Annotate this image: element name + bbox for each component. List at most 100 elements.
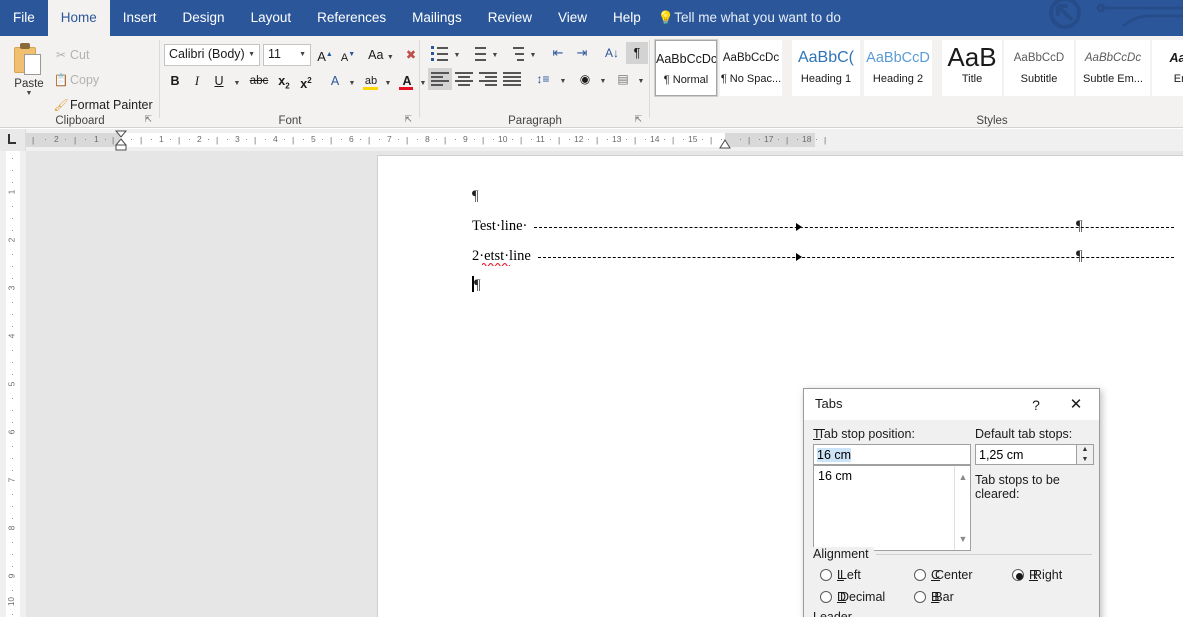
horizontal-ruler[interactable]: | · 2 · | · 1 · | · | · 1 · | · 2 · | · 3 · | · … [26,129,1183,151]
style-normal[interactable]: AaBbCcDc ¶ Normal [654,39,718,97]
multilevel-list-dropdown[interactable]: ▼ [526,42,540,64]
ribbon-tab-view[interactable]: View [545,0,600,36]
tell-me-search[interactable]: 💡 Tell me what you want to do [654,0,849,36]
italic-button[interactable]: I [186,70,208,92]
default-tab-stops-input[interactable]: 1,25 cm ▲ ▼ [975,444,1094,465]
spinner-down-icon[interactable]: ▼ [1077,455,1093,464]
tab-stop-position-input[interactable]: 16 cm [813,444,971,465]
borders-button[interactable]: ▤ [612,68,634,90]
left-tab-stop-icon [8,134,16,144]
tab-stop-list-item[interactable]: 16 cm [818,469,852,483]
font-size-combo[interactable]: 11 ▼ [263,44,311,66]
chevron-down-icon[interactable]: ▼ [8,90,50,98]
ribbon-tab-help[interactable]: Help [600,0,654,36]
line-spacing-icon: ↕≡ [536,72,550,86]
left-indent-markers[interactable] [114,129,128,151]
style-preview: AaBbCcD [866,50,930,66]
decrease-indent-button[interactable]: ⇤ [546,42,570,64]
borders-dropdown[interactable]: ▼ [634,68,648,90]
format-painter-button[interactable]: 🖌Format Painter [52,94,152,116]
tab-stop-selector[interactable] [0,129,26,151]
default-tab-stops-label-text: Default tab stops: [975,427,1073,441]
numbering-button[interactable] [466,42,488,64]
ribbon-body: Paste ▼ ✂ Cut 📋 Copy 🖌Format Painter Clipb… [0,36,1183,128]
style-emphasis[interactable]: AaB Em [1152,40,1183,96]
style-title[interactable]: AaB Title [942,40,1002,96]
cut-button[interactable]: ✂ Cut [52,44,89,66]
scroll-up-icon[interactable]: ▲ [955,469,971,485]
strikethrough-button[interactable]: abc [246,70,272,92]
numbering-dropdown[interactable]: ▼ [488,42,502,64]
close-icon[interactable]: ✕ [1062,394,1090,416]
change-case-button[interactable]: Aa ▼ [364,44,398,66]
highlight-dropdown[interactable]: ▼ [381,70,395,92]
justify-button[interactable] [500,68,524,90]
underline-button[interactable]: U [208,70,230,92]
align-center-button[interactable] [452,68,476,90]
font-name-combo[interactable]: Calibri (Body) ▼ [164,44,260,66]
ribbon-tab-file[interactable]: File [0,0,48,36]
clipboard-dialog-launcher[interactable]: ⇱ [144,114,152,125]
ribbon-tab-layout[interactable]: Layout [238,0,305,36]
tab-stop-position-value: 16 cm [817,448,852,462]
paint-bucket-icon: ◉ [579,72,591,86]
underline-dropdown[interactable]: ▼ [230,70,244,92]
highlight-button[interactable]: ab [360,70,382,92]
bullets-button[interactable] [428,42,450,64]
line-spacing-button[interactable]: ↕≡ [532,68,554,90]
ribbon-tab-design[interactable]: Design [170,0,238,36]
shading-button[interactable]: ◉ [574,68,596,90]
bold-button[interactable]: B [164,70,186,92]
ribbon-tab-references[interactable]: References [304,0,399,36]
style-preview: AaBbCcDc [1084,52,1142,64]
italic-label: I [194,74,200,88]
scroll-down-icon[interactable]: ▼ [955,531,971,547]
multilevel-list-button[interactable] [504,42,526,64]
superscript-button[interactable]: x2 [295,70,317,92]
align-left-button[interactable] [428,68,452,90]
style-subtle-emphasis[interactable]: AaBbCcDc Subtle Em... [1076,40,1150,96]
copy-button[interactable]: 📋 Copy [52,69,100,91]
tab-stop-list[interactable]: 16 cm ▲ ▼ [813,465,971,551]
ribbon-tab-label: Home [60,10,97,25]
font-dialog-launcher[interactable]: ⇱ [404,114,412,125]
text-effects-button[interactable]: A [324,70,346,92]
help-icon[interactable]: ? [1024,394,1048,416]
right-indent-marker[interactable] [718,139,732,151]
show-formatting-marks-button[interactable]: ¶ [626,42,648,64]
style-heading-1[interactable]: AaBbC( Heading 1 [792,40,860,96]
style-heading-2[interactable]: AaBbCcD Heading 2 [864,40,932,96]
decrease-indent-icon: ⇤ [552,45,564,60]
alignment-option-label: BBar [931,590,954,604]
ribbon-tab-review[interactable]: Review [475,0,545,36]
tabs-dialog[interactable]: Tabs ? ✕ TTab stop position: 16 cm 16 cm… [803,388,1100,617]
spinner-up-icon[interactable]: ▲ [1077,445,1093,454]
ribbon-tab-mailings[interactable]: Mailings [399,0,475,36]
grow-font-button[interactable]: A▲ [314,44,336,66]
vertical-ruler[interactable]: · · · 1 · · · 2 · · · 3 · · · 4 · · · 5 … [0,151,26,617]
paste-button[interactable]: Paste ▼ [8,40,50,118]
default-tab-stops-spinner[interactable]: ▲ ▼ [1076,444,1094,465]
shrink-font-button[interactable]: A▼ [337,44,359,66]
align-right-button[interactable] [476,68,500,90]
document-line-4: ¶ [474,277,481,294]
increase-indent-button[interactable]: ⇥ [570,42,594,64]
sort-button[interactable]: A↓ [600,42,624,64]
line-spacing-dropdown[interactable]: ▼ [556,68,570,90]
style-no-spacing[interactable]: AaBbCcDc ¶ No Spac... [720,40,782,96]
ribbon-tab-home[interactable]: Home [47,0,110,36]
document-line-2: Test·line· [472,218,527,235]
text-effects-dropdown[interactable]: ▼ [345,70,359,92]
shading-dropdown[interactable]: ▼ [596,68,610,90]
style-name: Heading 1 [800,73,852,85]
font-color-button[interactable]: A [396,70,418,92]
style-subtitle[interactable]: AaBbCcD Subtitle [1004,40,1074,96]
ribbon-tab-insert[interactable]: Insert [110,0,170,36]
paragraph-dialog-launcher[interactable]: ⇱ [634,114,642,125]
dialog-title-bar: Tabs ? ✕ [804,389,1099,420]
subscript-button[interactable]: x2 [273,70,295,92]
default-tab-stops-value: 1,25 cm [979,448,1024,462]
bullets-dropdown[interactable]: ▼ [450,42,464,64]
tab-stop-list-scrollbar[interactable]: ▲ ▼ [954,466,970,550]
document-line-1: ¶ [472,188,479,205]
